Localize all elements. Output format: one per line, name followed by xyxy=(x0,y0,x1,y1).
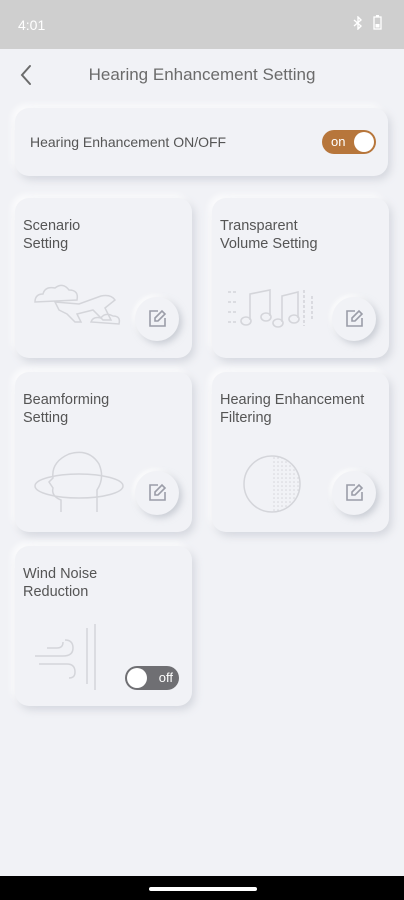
hearing-enhancement-switch-card: Hearing Enhancement ON/OFF on xyxy=(15,108,388,176)
scenario-setting-card[interactable]: Scenario Setting xyxy=(15,198,192,358)
toggle-state-label: on xyxy=(331,134,346,149)
cloud-airplane-icon xyxy=(34,284,121,325)
transparent-volume-setting-card[interactable]: Transparent Volume Setting xyxy=(212,198,389,358)
wind-noise-toggle[interactable]: off xyxy=(125,666,179,690)
toggle-state-label: off xyxy=(158,670,173,685)
page-title: Hearing Enhancement Setting xyxy=(88,65,316,84)
hearing-enhancement-toggle[interactable]: on xyxy=(322,130,376,154)
hearing-enhancement-switch-label: Hearing Enhancement ON/OFF xyxy=(30,134,227,150)
home-gesture-handle[interactable] xyxy=(149,887,257,891)
battery-icon xyxy=(373,15,382,35)
filter-circle-icon xyxy=(243,455,301,513)
scenario-edit-button[interactable] xyxy=(135,297,179,341)
app-bar: Hearing Enhancement Setting xyxy=(0,49,404,101)
edit-icon xyxy=(346,483,364,501)
transparent-volume-edit-button[interactable] xyxy=(332,297,376,341)
status-bar: 4:01 xyxy=(0,0,404,49)
card-title: Hearing Enhancement Filtering xyxy=(220,392,365,426)
card-title: Transparent Volume Setting xyxy=(220,218,318,252)
status-time: 4:01 xyxy=(18,17,46,33)
card-title: Beamforming Setting xyxy=(23,392,110,426)
filtering-edit-button[interactable] xyxy=(332,471,376,515)
head-beam-icon xyxy=(34,451,124,512)
edit-icon xyxy=(346,309,364,327)
wind-noise-reduction-card: Wind Noise Reduction off xyxy=(15,546,192,706)
bluetooth-icon xyxy=(353,14,363,35)
beamforming-edit-button[interactable] xyxy=(135,471,179,515)
toggle-knob xyxy=(127,668,147,688)
hearing-enhancement-filtering-card[interactable]: Hearing Enhancement Filtering xyxy=(212,372,389,532)
edit-icon xyxy=(149,483,167,501)
navigation-bar xyxy=(0,876,404,900)
status-icons xyxy=(353,14,382,35)
edit-icon xyxy=(149,309,167,327)
toggle-knob xyxy=(354,132,374,152)
card-title: Wind Noise Reduction xyxy=(23,566,98,600)
beamforming-setting-card[interactable]: Beamforming Setting xyxy=(15,372,192,532)
wind-wall-icon xyxy=(35,624,96,690)
music-notes-icon xyxy=(228,289,313,328)
card-title: Scenario Setting xyxy=(23,218,81,252)
